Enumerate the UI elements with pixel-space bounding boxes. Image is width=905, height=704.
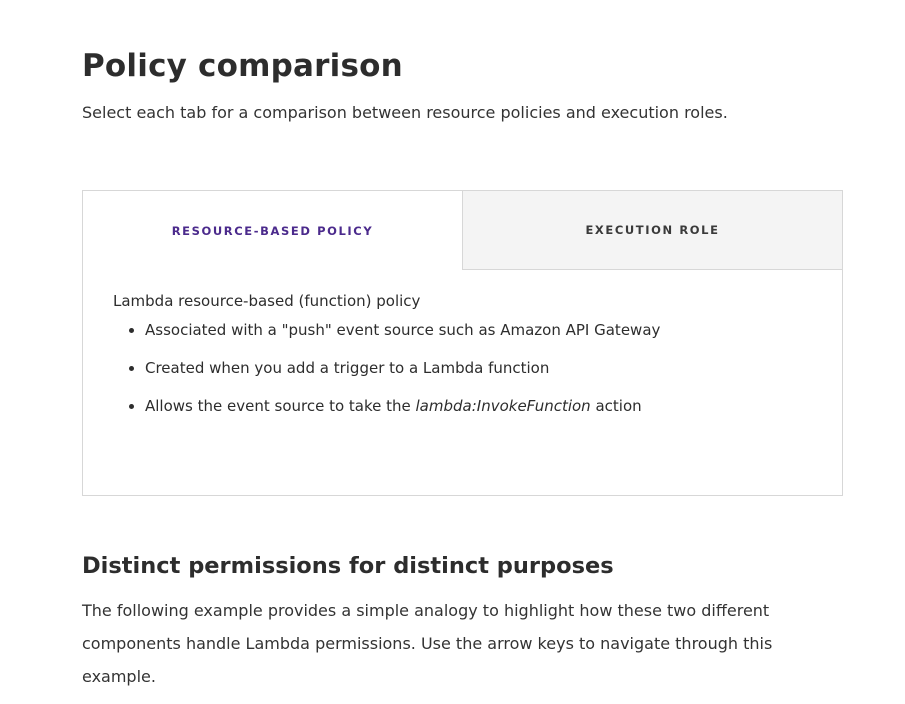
section-paragraph: The following example provides a simple … bbox=[82, 594, 832, 693]
paragraph-line: The following example provides a simple … bbox=[82, 601, 770, 620]
list-item: Created when you add a trigger to a Lamb… bbox=[145, 356, 812, 380]
bullet-text: action bbox=[590, 397, 642, 415]
tab-resource-based-policy[interactable]: RESOURCE-BASED POLICY bbox=[83, 191, 462, 270]
bullet-text: Allows the event source to take the bbox=[145, 397, 416, 415]
page-title: Policy comparison bbox=[82, 48, 403, 84]
tab-panel-resource-based-policy: Lambda resource-based (function) policy … bbox=[83, 270, 842, 418]
list-item: Associated with a "push" event source su… bbox=[145, 318, 812, 342]
tab-bar: RESOURCE-BASED POLICY EXECUTION ROLE bbox=[83, 191, 842, 270]
code-term: lambda:InvokeFunction bbox=[415, 397, 591, 415]
policy-tabs: RESOURCE-BASED POLICY EXECUTION ROLE Lam… bbox=[82, 190, 843, 496]
section-heading: Distinct permissions for distinct purpos… bbox=[82, 553, 614, 579]
panel-bullet-list: Associated with a "push" event source su… bbox=[113, 318, 812, 418]
intro-text: Select each tab for a comparison between… bbox=[82, 103, 728, 122]
paragraph-line: components handle Lambda permissions. Us… bbox=[82, 634, 773, 686]
list-item: Allows the event source to take the lamb… bbox=[145, 394, 812, 418]
panel-title: Lambda resource-based (function) policy bbox=[113, 292, 421, 310]
tab-execution-role[interactable]: EXECUTION ROLE bbox=[462, 191, 842, 270]
